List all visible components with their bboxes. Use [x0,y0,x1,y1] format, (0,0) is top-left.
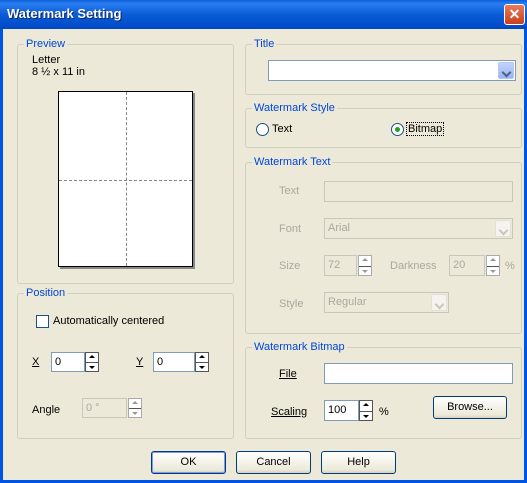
angle-spinner[interactable] [128,398,142,418]
watermark-style-legend: Watermark Style [252,102,337,115]
y-spinner[interactable] [195,352,209,372]
preview-center-line-vertical [126,92,127,266]
style-bitmap-label[interactable]: Bitmap [406,122,445,136]
watermark-bitmap-group: Watermark Bitmap File Scaling 100 % Brow… [245,341,522,439]
watermark-bitmap-legend: Watermark Bitmap [252,341,347,354]
text-label: Text [279,185,300,197]
title-combobox[interactable] [268,60,516,81]
size-input[interactable]: 72 [324,255,357,276]
position-group: Position Automatically centered X 0 Y 0 … [17,287,234,439]
style-text-label[interactable]: Text [272,123,292,135]
chevron-down-icon[interactable] [498,62,514,79]
text-input[interactable] [324,181,513,202]
y-label: Y [136,356,144,368]
style-label: Style [279,298,304,310]
angle-input[interactable]: 0 ° [82,398,127,418]
darkness-label: Darkness [390,260,437,272]
title-bar[interactable]: Watermark Setting ✕ [0,0,527,29]
auto-center-label[interactable]: Automatically centered [53,315,164,327]
title-group: Title [245,38,522,95]
x-input[interactable]: 0 [51,352,85,372]
x-spinner[interactable] [85,352,99,372]
window-title: Watermark Setting [7,6,122,21]
browse-button[interactable]: Browse... [433,396,507,419]
watermark-setting-dialog: Watermark Setting ✕ Preview Letter 8 ½ x… [0,0,527,483]
title-legend: Title [252,38,277,51]
font-combobox[interactable]: Arial [324,218,513,239]
chevron-down-icon[interactable] [495,220,511,237]
size-label: Size [279,260,301,272]
close-icon[interactable]: ✕ [504,4,525,25]
preview-center-line-horizontal [59,180,192,181]
scaling-input[interactable]: 100 [324,400,359,421]
auto-center-checkbox[interactable] [36,315,49,328]
scaling-unit: % [379,406,389,418]
watermark-text-legend: Watermark Text [252,156,333,169]
scaling-label: Scaling [271,406,308,418]
darkness-spinner[interactable] [486,255,500,276]
darkness-input[interactable]: 20 [449,255,485,276]
preview-legend: Preview [24,38,68,51]
help-button[interactable]: Help [321,451,396,474]
cancel-button[interactable]: Cancel [236,451,311,474]
angle-label: Angle [32,404,61,416]
font-label: Font [279,223,302,235]
file-label: File [279,368,297,380]
watermark-text-group: Watermark Text Text Font Arial Size 72 D… [245,156,522,334]
y-input[interactable]: 0 [153,352,195,372]
chevron-down-icon[interactable] [431,294,447,311]
style-bitmap-radio[interactable] [391,123,404,136]
file-input[interactable] [324,363,513,384]
paper-name: Letter [32,54,61,66]
scaling-spinner[interactable] [359,400,373,421]
preview-group: Preview Letter 8 ½ x 11 in [17,38,234,284]
position-legend: Position [24,287,68,300]
darkness-unit: % [505,260,515,272]
size-spinner[interactable] [358,255,372,276]
x-label: X [32,356,40,368]
paper-size: 8 ½ x 11 in [32,66,85,78]
style-combobox[interactable]: Regular [324,292,449,313]
preview-page [58,91,193,267]
style-text-radio[interactable] [256,123,269,136]
ok-button[interactable]: OK [151,451,226,474]
watermark-style-group: Watermark Style Text Bitmap [245,102,522,148]
